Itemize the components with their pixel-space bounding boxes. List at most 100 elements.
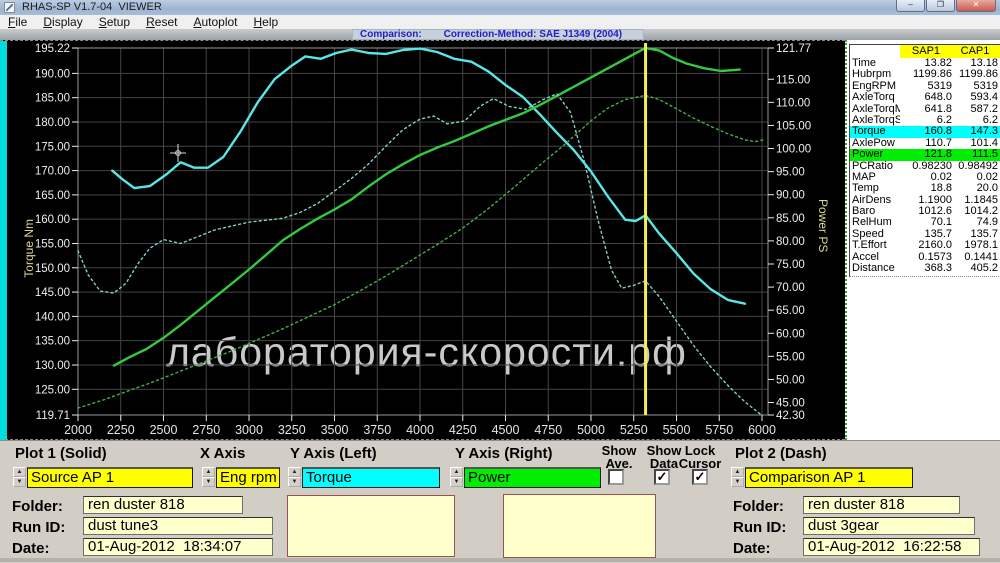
yright-select[interactable]: Power [464,467,601,488]
grid-lines [77,48,768,415]
series-torque-comparison-ap-1 [77,93,761,415]
date-label-2: Date: [733,540,771,557]
sap1-value: 368.3 [924,262,952,275]
x-tick-label: 2750 [192,423,220,437]
folder-field-2[interactable]: ren duster 818 [803,496,960,514]
date-field-1[interactable]: 01-Aug-2012 18:34:07 [83,538,273,556]
row-label: Hubrpm [852,69,892,81]
right-tick-label: 121.77 [776,43,811,55]
checkbox-lock-cursor[interactable]: ✓ [692,469,708,485]
x-tick-label: 4500 [492,423,520,437]
table-header-blank [850,45,900,58]
menu-item-help[interactable]: Help [246,15,287,29]
x-tick-label: 3750 [363,423,391,437]
power-axis-title: Power PS [816,199,830,253]
chart-canvas[interactable]: 195.22 190.00 185.00 180.00 175.00 170.00 165.… [0,41,845,441]
chart-panel: лаборатория-скорости.рф 195.22 190.00 185.… [0,40,845,441]
folder-field-1[interactable]: ren duster 818 [83,496,243,514]
sap1-value: 18.8 [930,182,952,195]
right-tick-label: 85.00 [776,213,805,225]
cap1-value: 1978.1 [964,239,998,252]
cap1-value: 405.2 [970,262,998,275]
x-tick-label: 5250 [620,423,648,437]
left-tick-label: 145.00 [35,287,70,299]
yright-spinner[interactable]: ▲ ▼ [450,467,463,488]
x-tick-label: 2500 [150,423,178,437]
x-tick-label: 2250 [107,423,135,437]
row-label: RelHum [852,217,892,229]
right-tick-label: 75.00 [776,259,805,271]
checkbox-show-data[interactable]: ✓ [654,469,670,485]
spinner-down-icon[interactable]: ▼ [288,477,301,487]
spinner-down-icon[interactable]: ▼ [731,477,744,487]
menu-item-autoplot[interactable]: Autoplot [185,15,245,29]
row-label: Accel [852,251,879,263]
status-bar [0,558,1000,562]
torque-axis-title: Torque Nm [22,219,36,278]
spinner-down-icon[interactable]: ▼ [13,477,26,487]
spinner-up-icon[interactable]: ▲ [450,467,463,477]
table-row: AxleTorq 648.0 593.4 [850,91,1000,103]
left-tick-label: 170.00 [35,166,70,178]
row-label: MAP [852,171,876,183]
menu-item-file[interactable]: File [0,15,35,29]
plot2-select[interactable]: Comparison AP 1 [745,467,913,488]
comment-box-1[interactable] [287,495,455,557]
menubar: File Display Setup Reset Autoplot Help [0,15,1000,30]
table-row: Distance 368.3 405.2 [850,262,1000,275]
spinner-up-icon[interactable]: ▲ [13,467,26,477]
row-label: Distance [852,263,895,275]
menu-item-setup[interactable]: Setup [91,15,138,29]
spinner-down-icon[interactable]: ▼ [450,477,463,487]
spinner-up-icon[interactable]: ▲ [202,467,215,477]
right-tick-label: 115.00 [776,74,810,86]
right-tick-label: 110.00 [776,97,810,109]
row-label: T.Effort [852,240,887,252]
controls-panel: Plot 1 (Solid) X Axis Y Axis (Left) Y Ax… [0,440,1000,563]
maximize-button[interactable]: ❐ [926,0,955,12]
x-tick-label: 4000 [406,423,434,437]
row-label: AxleTorqM [852,103,900,115]
xaxis-select[interactable]: Eng rpm [216,467,280,488]
table-row: Temp 18.8 20.0 [850,182,1000,195]
left-tick-label: 165.00 [35,190,70,202]
series-torque-source-ap-1 [110,47,747,305]
menu-item-display[interactable]: Display [35,15,90,29]
date-field-2[interactable]: 01-Aug-2012 16:22:58 [803,538,980,556]
x-tick-label: 5750 [705,423,733,437]
sap1-value: 2160.0 [918,239,952,252]
right-tick-label: 60.00 [776,328,805,340]
yleft-select[interactable]: Torque [302,467,440,488]
window-buttons: – ❐ ✕ [895,0,996,12]
runid-field-1[interactable]: dust tune3 [83,517,273,535]
x-axis: 2000 2250 2500 2750 3000 3250 3500 3750 4000 4250… [64,415,776,437]
plot2-spinner[interactable]: ▲ ▼ [731,467,744,488]
checkbox-show-ave-[interactable] [608,469,624,485]
left-axis: 195.22 190.00 185.00 180.00 175.00 170.00 165.… [35,43,78,422]
menu-item-reset[interactable]: Reset [138,15,185,29]
x-tick-label: 6000 [748,423,776,437]
plot1-select[interactable]: Source AP 1 [27,467,193,488]
app-icon [4,2,15,13]
left-tick-label: 125.00 [35,384,70,396]
spinner-up-icon[interactable]: ▲ [288,467,301,477]
x-tick-label: 4750 [534,423,562,437]
right-tick-label: 45.00 [776,398,805,410]
xaxis-spinner[interactable]: ▲ ▼ [202,467,215,488]
yleft-spinner[interactable]: ▲ ▼ [288,467,301,488]
x-tick-label: 2000 [64,423,92,437]
spinner-up-icon[interactable]: ▲ [731,467,744,477]
close-button[interactable]: ✕ [956,0,996,12]
minimize-button[interactable]: – [896,0,925,12]
comment-box-2[interactable] [503,494,656,558]
runid-field-2[interactable]: dust 3gear [803,517,975,535]
spinner-down-icon[interactable]: ▼ [202,477,215,487]
correction-method-label: Correction-Method: SAE J1349 (2004) [443,29,623,40]
table-row: T.Effort 2160.0 1978.1 [850,239,1000,252]
title-bar: RHAS-SP V1.7-04 VIEWER – ❐ ✕ [0,0,1000,16]
row-label: Time [852,58,877,69]
date-label-1: Date: [12,540,50,557]
data-table: SAP1 CAP1 Time 13.82 13.18 Hubrpm 1199.86 1199.… [849,44,1000,278]
plot1-spinner[interactable]: ▲ ▼ [13,467,26,488]
folder-label-1: Folder: [12,498,63,515]
